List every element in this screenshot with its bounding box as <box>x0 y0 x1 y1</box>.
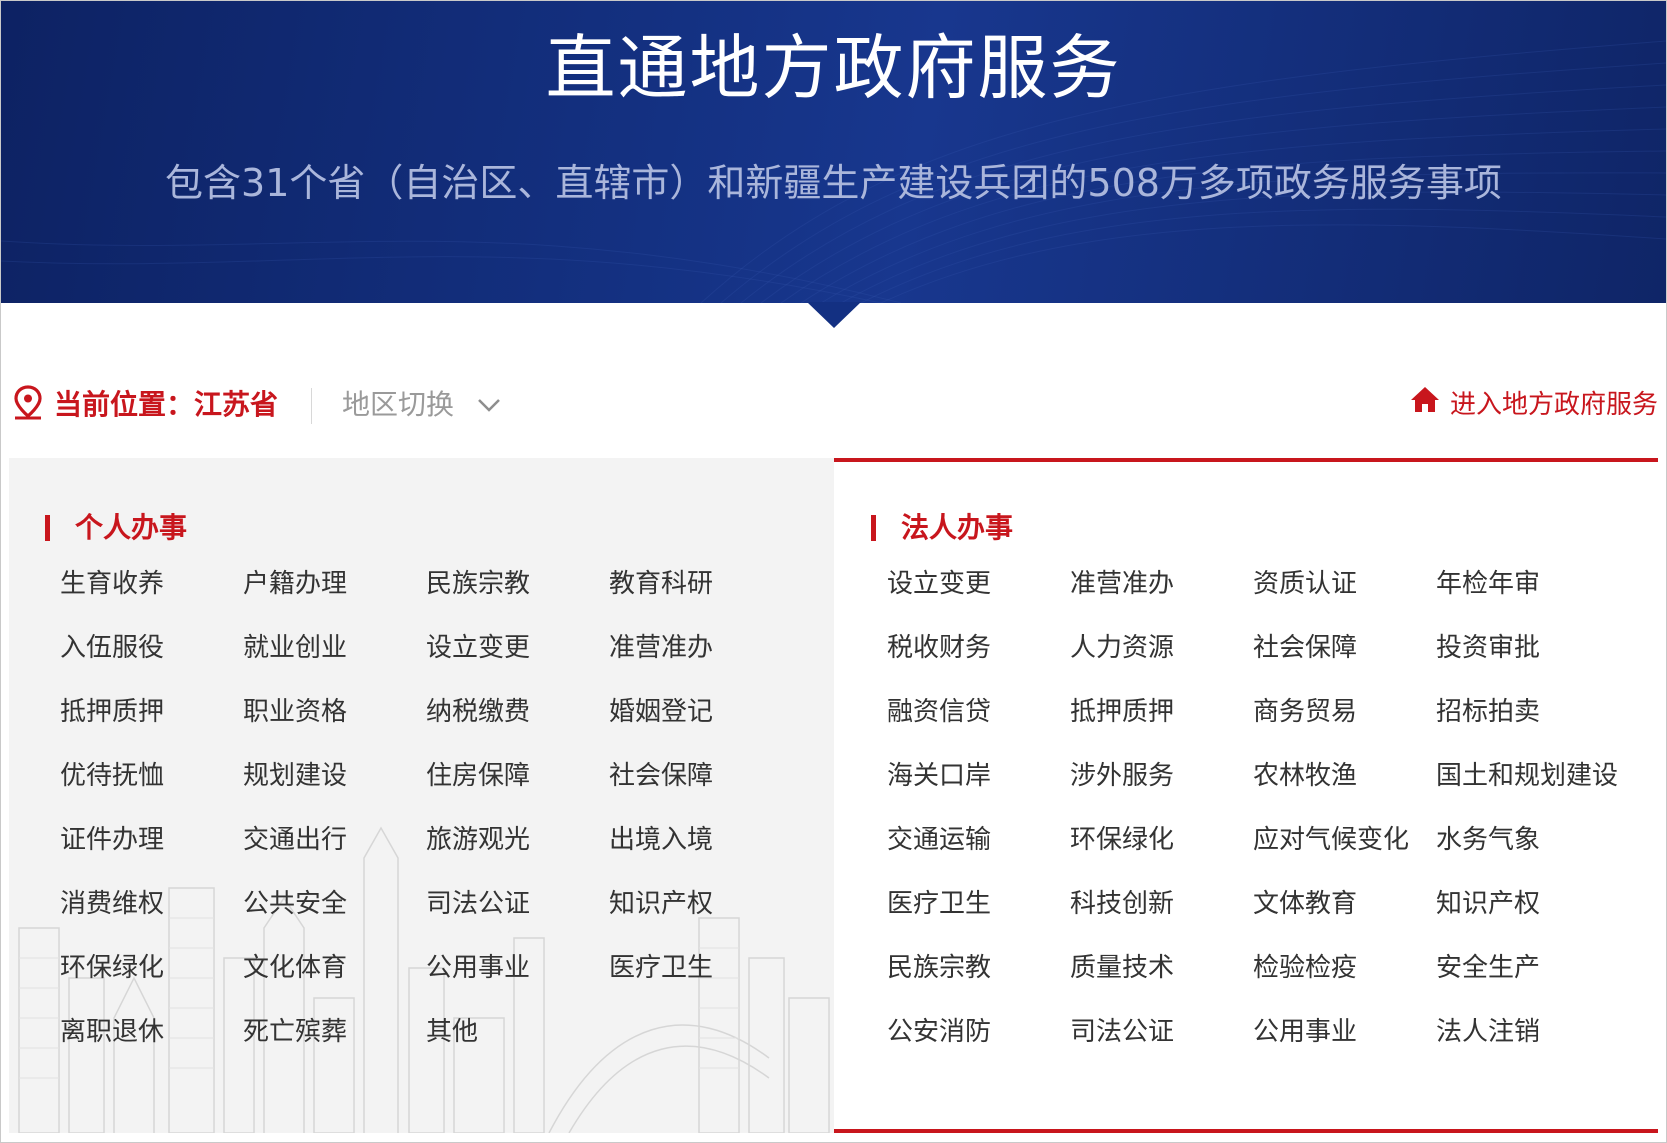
personal-service-item[interactable]: 证件办理 <box>60 820 164 860</box>
legal-service-item[interactable]: 文体教育 <box>1253 884 1357 924</box>
legal-service-item[interactable]: 农林牧渔 <box>1253 756 1357 796</box>
personal-service-item[interactable]: 离职退休 <box>60 1012 164 1052</box>
legal-service-item[interactable]: 安全生产 <box>1436 948 1540 988</box>
personal-service-item[interactable]: 住房保障 <box>426 756 530 796</box>
legal-service-item[interactable]: 环保绿化 <box>1070 820 1174 860</box>
legal-service-item[interactable]: 国土和规划建设 <box>1436 756 1618 796</box>
legal-service-item[interactable]: 科技创新 <box>1070 884 1174 924</box>
personal-service-item[interactable]: 民族宗教 <box>426 564 530 604</box>
legal-service-item[interactable]: 应对气候变化 <box>1253 820 1409 860</box>
personal-service-item[interactable]: 入伍服役 <box>60 628 164 668</box>
legal-service-item[interactable]: 公用事业 <box>1253 1012 1357 1052</box>
heading-marker <box>871 515 876 541</box>
enter-local-government-label: 进入地方政府服务 <box>1449 390 1658 420</box>
personal-service-item[interactable]: 优待抚恤 <box>60 756 164 796</box>
personal-service-item[interactable]: 规划建设 <box>243 756 347 796</box>
legal-service-item[interactable]: 设立变更 <box>887 564 991 604</box>
legal-services-title: 法人办事 <box>901 511 1014 544</box>
legal-service-item[interactable]: 商务贸易 <box>1253 692 1357 732</box>
personal-service-item[interactable]: 其他 <box>426 1012 478 1052</box>
personal-service-item[interactable]: 职业资格 <box>243 692 347 732</box>
personal-service-item[interactable]: 医疗卫生 <box>609 948 713 988</box>
heading-marker <box>45 515 50 541</box>
legal-service-item[interactable]: 资质认证 <box>1253 564 1357 604</box>
legal-service-item[interactable]: 水务气象 <box>1436 820 1540 860</box>
banner-subtitle: 包含31个省（自治区、直辖市）和新疆生产建设兵团的508万多项政务服务事项 <box>165 161 1502 205</box>
location-divider <box>311 388 312 424</box>
personal-services-panel: 个人办事 生育收养 户籍办理 民族宗教 教育科研入伍服役 就业创业 设立变更 准营准办抵押质… <box>9 458 834 1133</box>
personal-service-item[interactable]: 生育收养 <box>60 564 164 604</box>
personal-service-item[interactable]: 死亡殡葬 <box>243 1012 347 1052</box>
banner-title: 直通地方政府服务 <box>545 27 1122 109</box>
personal-service-item[interactable]: 准营准办 <box>609 628 713 668</box>
legal-service-item[interactable]: 法人注销 <box>1436 1012 1540 1052</box>
legal-service-item[interactable]: 质量技术 <box>1070 948 1174 988</box>
personal-service-item[interactable]: 纳税缴费 <box>426 692 530 732</box>
personal-service-item[interactable]: 交通出行 <box>243 820 347 860</box>
legal-service-item[interactable]: 交通运输 <box>887 820 991 860</box>
personal-service-item[interactable]: 就业创业 <box>243 628 347 668</box>
legal-service-item[interactable]: 司法公证 <box>1070 1012 1174 1052</box>
legal-service-item[interactable]: 抵押质押 <box>1070 692 1174 732</box>
legal-service-item[interactable]: 公安消防 <box>887 1012 991 1052</box>
banner-pointer <box>807 302 861 328</box>
legal-service-item[interactable]: 民族宗教 <box>887 948 991 988</box>
legal-service-item[interactable]: 税收财务 <box>887 628 991 668</box>
legal-service-item[interactable]: 投资审批 <box>1436 628 1540 668</box>
legal-service-item[interactable]: 年检年审 <box>1436 564 1540 604</box>
region-switch-button[interactable]: 地区切换 <box>342 385 454 425</box>
legal-service-item[interactable]: 融资信贷 <box>887 692 991 732</box>
personal-service-item[interactable]: 文化体育 <box>243 948 347 988</box>
personal-service-item[interactable]: 户籍办理 <box>243 564 347 604</box>
legal-service-item[interactable]: 涉外服务 <box>1070 756 1174 796</box>
legal-service-item[interactable]: 社会保障 <box>1253 628 1357 668</box>
personal-service-item[interactable]: 知识产权 <box>609 884 713 924</box>
legal-service-item[interactable]: 招标拍卖 <box>1436 692 1540 732</box>
legal-panel-bottom-border <box>834 1129 1658 1133</box>
personal-service-item[interactable]: 消费维权 <box>60 884 164 924</box>
personal-service-item[interactable]: 旅游观光 <box>426 820 530 860</box>
personal-service-item[interactable]: 抵押质押 <box>60 692 164 732</box>
legal-service-item[interactable]: 检验检疫 <box>1253 948 1357 988</box>
personal-service-item[interactable]: 环保绿化 <box>60 948 164 988</box>
personal-service-item[interactable]: 社会保障 <box>609 756 713 796</box>
personal-service-item[interactable]: 公共安全 <box>243 884 347 924</box>
legal-service-item[interactable]: 人力资源 <box>1070 628 1174 668</box>
banner: 直通地方政府服务 包含31个省（自治区、直辖市）和新疆生产建设兵团的508万多项… <box>1 1 1666 303</box>
personal-service-item[interactable]: 婚姻登记 <box>609 692 713 732</box>
current-location-label: 当前位置：江苏省 <box>54 388 279 421</box>
legal-services-panel: 法人办事 设立变更 准营准办 资质认证 年检年审税收财务 人力资源 社会保障 投资审批融资信… <box>834 458 1658 1133</box>
personal-service-item[interactable]: 公用事业 <box>426 948 530 988</box>
legal-service-item[interactable]: 准营准办 <box>1070 564 1174 604</box>
legal-service-item[interactable]: 海关口岸 <box>887 756 991 796</box>
home-icon[interactable] <box>1409 385 1441 415</box>
legal-service-item[interactable]: 知识产权 <box>1436 884 1540 924</box>
location-pin-icon <box>14 385 42 420</box>
legal-service-item[interactable]: 医疗卫生 <box>887 884 991 924</box>
personal-service-item[interactable]: 设立变更 <box>426 628 530 668</box>
personal-service-item[interactable]: 司法公证 <box>426 884 530 924</box>
personal-service-item[interactable]: 教育科研 <box>609 564 713 604</box>
location-bar: 当前位置：江苏省 地区切换 进入地方政府服务 <box>0 380 1667 430</box>
chevron-down-icon[interactable] <box>476 392 502 418</box>
personal-service-item[interactable]: 出境入境 <box>609 820 713 860</box>
personal-services-title: 个人办事 <box>75 511 188 544</box>
legal-panel-top-border <box>834 458 1658 462</box>
